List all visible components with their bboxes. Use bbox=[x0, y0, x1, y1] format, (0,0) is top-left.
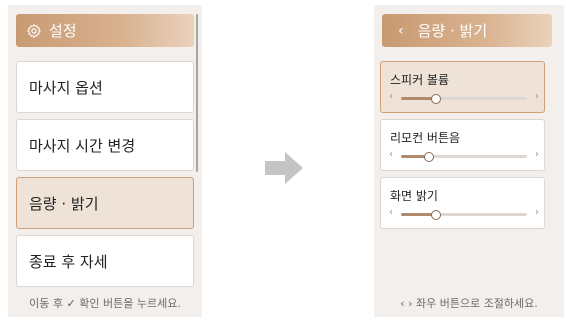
menu-item-label: 마사지 옵션 bbox=[29, 78, 103, 97]
menu-item-label: 종료 후 자세 bbox=[29, 252, 108, 271]
back-icon[interactable]: ‹ bbox=[398, 23, 404, 39]
setting-card[interactable]: 화면 밝기 ‹ › bbox=[380, 177, 545, 229]
slider-knob[interactable] bbox=[431, 210, 442, 220]
sound-brightness-screen: ‹ 음량 · 밝기 스피커 볼륨 ‹ › 리모컨 버튼음 ‹ › 화면 밝기 ‹ › ‹ › 좌… bbox=[374, 5, 564, 317]
slider-track bbox=[401, 94, 527, 104]
setting-label: 리모컨 버튼음 bbox=[390, 131, 461, 145]
check-icon: ✓ bbox=[66, 297, 76, 310]
chevron-right-icon[interactable]: › bbox=[535, 91, 539, 103]
chevron-left-icon[interactable]: ‹ bbox=[389, 207, 393, 219]
sound-brightness-title: 음량 · 밝기 bbox=[417, 22, 488, 40]
sound-brightness-header: ‹ 음량 · 밝기 bbox=[382, 14, 552, 47]
slider-knob[interactable] bbox=[423, 152, 434, 162]
slider-track bbox=[401, 152, 527, 162]
slider-track bbox=[401, 210, 527, 220]
menu-item[interactable]: 종료 후 자세 bbox=[16, 235, 194, 287]
right-arrow-icon bbox=[265, 152, 303, 184]
level-slider[interactable]: ‹ › bbox=[389, 207, 539, 220]
chevron-left-icon[interactable]: ‹ bbox=[389, 91, 393, 103]
level-slider[interactable]: ‹ › bbox=[389, 91, 539, 104]
menu-item[interactable]: 마사지 시간 변경 bbox=[16, 119, 194, 171]
chevron-left-icon[interactable]: ‹ bbox=[389, 149, 393, 161]
setting-label: 화면 밝기 bbox=[390, 189, 438, 203]
level-slider[interactable]: ‹ › bbox=[389, 149, 539, 162]
settings-hint: 이동 후 ✓ 확인 버튼을 누르세요. bbox=[8, 295, 202, 311]
hint-suffix: 확인 버튼을 누르세요. bbox=[79, 297, 181, 310]
setting-label: 스피커 볼륨 bbox=[390, 73, 450, 87]
menu-item[interactable]: 음량 · 밝기 bbox=[16, 177, 194, 229]
scrollbar[interactable] bbox=[196, 14, 198, 172]
settings-screen: 설정 마사지 옵션마사지 시간 변경음량 · 밝기종료 후 자세 이동 후 ✓ … bbox=[8, 5, 202, 317]
menu-item-label: 마사지 시간 변경 bbox=[29, 136, 136, 155]
hint-prefix: 이동 후 bbox=[29, 297, 64, 310]
menu-item-label: 음량 · 밝기 bbox=[29, 194, 99, 213]
chevron-right-icon[interactable]: › bbox=[535, 149, 539, 161]
settings-header: 설정 bbox=[16, 14, 194, 47]
setting-card[interactable]: 리모컨 버튼음 ‹ › bbox=[380, 119, 545, 171]
slider-knob[interactable] bbox=[431, 94, 442, 104]
menu-item[interactable]: 마사지 옵션 bbox=[16, 61, 194, 113]
setting-card[interactable]: 스피커 볼륨 ‹ › bbox=[380, 61, 545, 113]
adjust-hint: ‹ › 좌우 버튼으로 조절하세요. bbox=[400, 297, 538, 310]
settings-title: 설정 bbox=[49, 22, 77, 40]
chevron-right-icon[interactable]: › bbox=[535, 207, 539, 219]
gear-icon bbox=[27, 23, 41, 38]
